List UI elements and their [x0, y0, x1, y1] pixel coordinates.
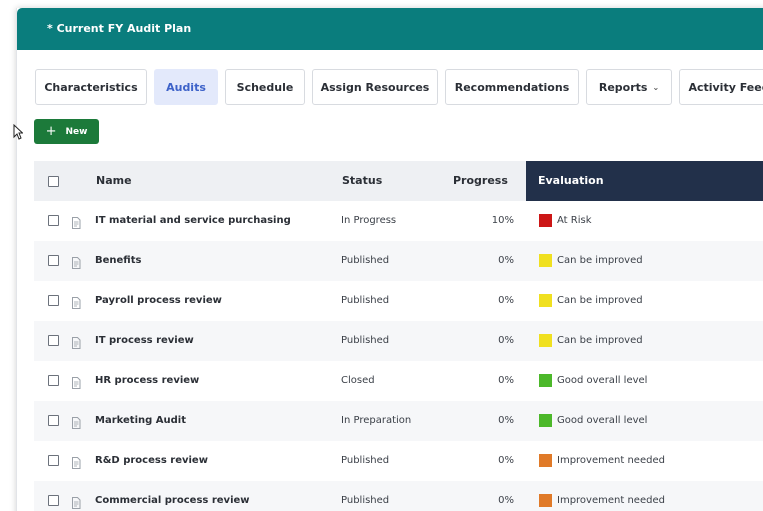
tab-schedule[interactable]: Schedule	[225, 69, 305, 105]
row-progress: 0%	[498, 255, 514, 266]
table-header: Name Status Progress Evaluation	[34, 161, 763, 201]
document-icon[interactable]	[71, 214, 81, 229]
row-checkbox[interactable]	[48, 255, 59, 266]
evaluation-color-swatch	[539, 214, 552, 227]
table-row[interactable]: HR process review Closed 0% Good overall le…	[34, 361, 763, 401]
document-icon[interactable]	[71, 254, 81, 269]
document-icon[interactable]	[71, 414, 81, 429]
row-status: Published	[341, 455, 390, 466]
document-icon[interactable]	[71, 494, 81, 509]
row-progress: 10%	[491, 215, 514, 226]
row-checkbox[interactable]	[48, 455, 59, 466]
row-progress: 0%	[498, 295, 514, 306]
row-evaluation: Improvement needed	[557, 495, 665, 506]
document-icon[interactable]	[71, 374, 81, 389]
row-evaluation: Can be improved	[557, 255, 643, 266]
plus-icon: +	[45, 124, 57, 139]
tab-label: Characteristics	[44, 80, 138, 94]
table-row[interactable]: IT process review Published 0% Can be impro…	[34, 321, 763, 361]
row-name[interactable]: IT process review	[95, 321, 194, 361]
tab-assign-resources[interactable]: Assign Resources	[312, 69, 438, 105]
row-evaluation: Improvement needed	[557, 455, 665, 466]
evaluation-color-swatch	[539, 454, 552, 467]
column-header-evaluation[interactable]: Evaluation	[526, 161, 763, 201]
tab-label: Assign Resources	[320, 80, 430, 94]
tab-label: Activity Feed	[688, 80, 763, 94]
evaluation-color-swatch	[539, 374, 552, 387]
row-evaluation: At Risk	[557, 215, 592, 226]
row-name[interactable]: R&D process review	[95, 441, 208, 481]
panel-title: * Current FY Audit Plan	[47, 22, 192, 35]
row-status: Published	[341, 495, 390, 506]
document-icon[interactable]	[71, 294, 81, 309]
row-status: In Preparation	[341, 415, 412, 426]
column-header-evaluation-label: Evaluation	[538, 174, 604, 187]
row-evaluation: Can be improved	[557, 295, 643, 306]
row-progress: 0%	[498, 335, 514, 346]
evaluation-color-swatch	[539, 294, 552, 307]
row-checkbox[interactable]	[48, 495, 59, 506]
tab-audits[interactable]: Audits	[154, 69, 218, 105]
tab-activity-feed[interactable]: Activity Feed	[679, 69, 763, 105]
tab-reports[interactable]: Reports ⌄	[586, 69, 672, 105]
row-status: In Progress	[341, 215, 397, 226]
tab-label: Recommendations	[454, 80, 570, 94]
row-name[interactable]: Payroll process review	[95, 281, 222, 321]
row-status: Published	[341, 255, 390, 266]
column-header-name[interactable]: Name	[96, 161, 132, 201]
row-evaluation: Good overall level	[557, 375, 648, 386]
row-status: Published	[341, 335, 390, 346]
column-header-progress[interactable]: Progress	[453, 161, 508, 201]
row-progress: 0%	[498, 455, 514, 466]
row-evaluation: Good overall level	[557, 415, 648, 426]
chevron-down-icon: ⌄	[652, 82, 660, 92]
new-audit-button[interactable]: + New	[34, 119, 99, 144]
document-icon[interactable]	[71, 334, 81, 349]
tab-label: Reports	[598, 80, 648, 94]
row-name[interactable]: IT material and service purchasing	[95, 201, 291, 241]
row-checkbox[interactable]	[48, 375, 59, 386]
row-name[interactable]: Benefits	[95, 241, 141, 281]
row-checkbox[interactable]	[48, 335, 59, 346]
table-row[interactable]: Commercial process review Published 0% Impr…	[34, 481, 763, 511]
tab-label: Schedule	[236, 80, 294, 94]
row-status: Closed	[341, 375, 375, 386]
evaluation-color-swatch	[539, 334, 552, 347]
row-checkbox[interactable]	[48, 215, 59, 226]
table-row[interactable]: IT material and service purchasing In Pro…	[34, 201, 763, 241]
tab-characteristics[interactable]: Characteristics	[35, 69, 147, 105]
select-all-checkbox[interactable]	[48, 176, 59, 187]
row-name[interactable]: HR process review	[95, 361, 199, 401]
row-name[interactable]: Marketing Audit	[95, 401, 186, 441]
evaluation-color-swatch	[539, 494, 552, 507]
new-button-label: New	[65, 126, 88, 137]
evaluation-color-swatch	[539, 414, 552, 427]
table-row[interactable]: R&D process review Published 0% Improvement…	[34, 441, 763, 481]
row-evaluation: Can be improved	[557, 335, 643, 346]
row-checkbox[interactable]	[48, 415, 59, 426]
evaluation-color-swatch	[539, 254, 552, 267]
mouse-pointer-icon	[13, 123, 24, 144]
panel-header: * Current FY Audit Plan	[17, 8, 763, 50]
tab-label: Audits	[166, 80, 206, 94]
table-row[interactable]: Payroll process review Published 0% Can be …	[34, 281, 763, 321]
table-row[interactable]: Benefits Published 0% Can be improved	[34, 241, 763, 281]
row-status: Published	[341, 295, 390, 306]
row-progress: 0%	[498, 375, 514, 386]
table-row[interactable]: Marketing Audit In Preparation 0% Good over…	[34, 401, 763, 441]
tab-recommendations[interactable]: Recommendations	[445, 69, 579, 105]
row-progress: 0%	[498, 415, 514, 426]
row-name[interactable]: Commercial process review	[95, 481, 250, 511]
document-icon[interactable]	[71, 454, 81, 469]
column-header-status[interactable]: Status	[342, 161, 382, 201]
row-progress: 0%	[498, 495, 514, 506]
row-checkbox[interactable]	[48, 295, 59, 306]
